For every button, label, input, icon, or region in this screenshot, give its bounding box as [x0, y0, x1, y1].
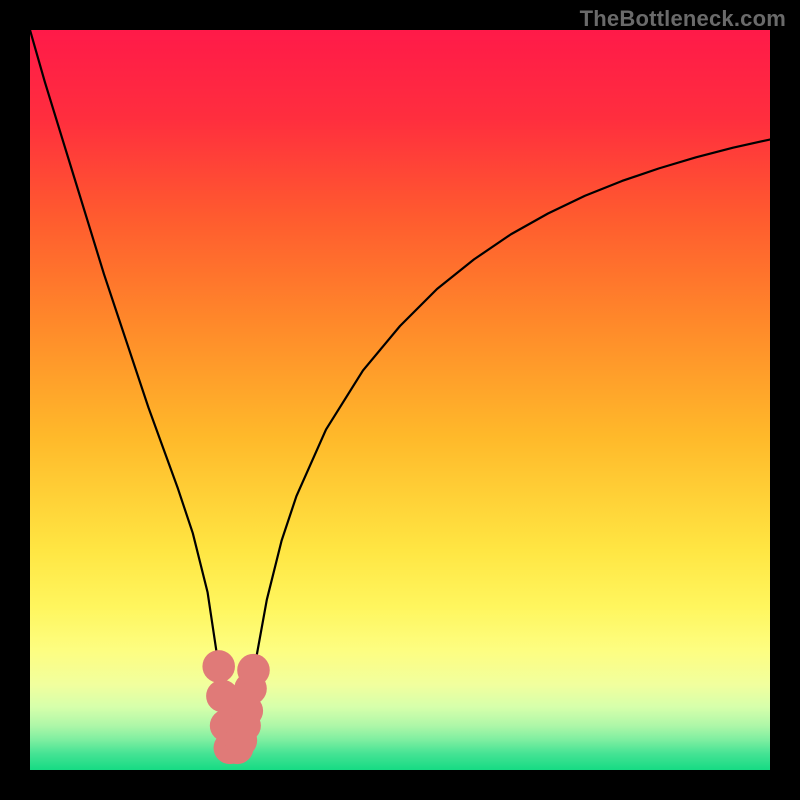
chart-frame: TheBottleneck.com [0, 0, 800, 800]
trough-marker [202, 650, 235, 683]
plot-area [30, 30, 770, 770]
chart-svg [30, 30, 770, 770]
trough-marker [237, 654, 270, 687]
bottleneck-curve [30, 30, 770, 755]
watermark-text: TheBottleneck.com [580, 6, 786, 32]
